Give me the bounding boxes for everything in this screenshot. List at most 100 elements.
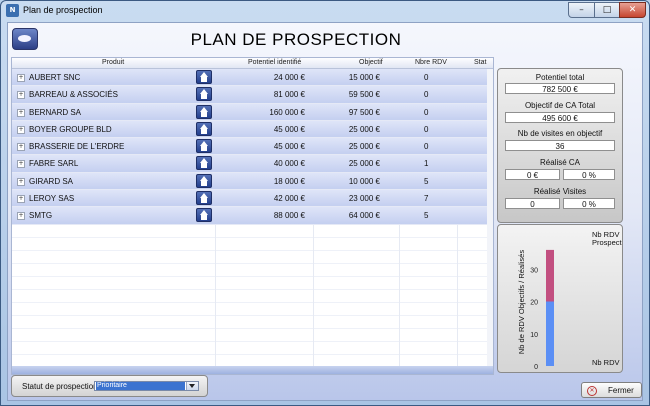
rdv-chart-panel: 0 10 20 30 Nb de RDV Objectifs / Réalisés Nb … — [497, 224, 645, 373]
expand-icon[interactable]: + — [17, 177, 25, 186]
cell-potentiel: 24 000 € — [273, 73, 305, 82]
expand-icon[interactable]: + — [17, 91, 25, 100]
y-tick-label: 20 — [530, 300, 538, 307]
expand-icon[interactable]: + — [17, 160, 25, 169]
legend-label-prospects: Prospects — [592, 238, 622, 247]
y-axis-label: Nb de RDV Objectifs / Réalisés — [517, 250, 526, 354]
cell-objectif: 25 000 € — [348, 124, 380, 134]
cell-objectif: 59 500 € — [348, 90, 380, 100]
close-icon: ✕ — [587, 386, 597, 396]
cell-nbre-rdv: 1 — [424, 159, 429, 169]
cell-potentiel: 40 000 € — [273, 159, 305, 169]
page-title: PLAN DE PROSPECTION — [190, 30, 402, 49]
column-header-objectif[interactable]: Objectif — [359, 59, 383, 66]
cell-potentiel: 88 000 € — [273, 211, 305, 221]
app-window: N Plan de prospection – □ ✕ PLAN DE PROS… — [0, 0, 650, 406]
cell-produit: BOYER GROUPE BLD — [29, 124, 112, 134]
nb-visites-value: 36 — [505, 140, 615, 151]
cell-produit: LEROY SAS — [29, 194, 75, 204]
expand-icon[interactable]: + — [17, 195, 25, 204]
home-icon[interactable] — [196, 87, 212, 102]
column-divider — [313, 225, 314, 374]
realise-visites-label: Réalisé Visites — [533, 187, 587, 196]
nb-visites-label: Nb de visites en objectif — [517, 129, 603, 138]
expand-icon[interactable]: + — [17, 125, 25, 134]
cell-objectif: 64 000 € — [348, 211, 380, 221]
potentiel-total-label: Potentiel total — [535, 73, 585, 82]
table-body: + AUBERT SNC 24 000 € 15 000 € 0 + BARREAU & A… — [12, 69, 493, 225]
table-row[interactable]: + BRASSERIE DE L'ERDRE 45 000 € 25 000 € 0 — [12, 138, 493, 156]
home-icon[interactable] — [196, 104, 212, 119]
expand-icon[interactable]: + — [17, 143, 25, 152]
cell-produit: SMTG — [29, 211, 53, 221]
table-row[interactable]: + LEROY SAS 42 000 € 23 000 € 7 — [12, 190, 493, 208]
y-tick-label: 0 — [534, 364, 538, 371]
home-icon[interactable] — [196, 139, 212, 154]
expand-icon[interactable]: + — [17, 74, 25, 82]
cell-potentiel: 18 000 € — [273, 176, 305, 186]
expand-icon[interactable]: + — [17, 108, 25, 117]
cell-objectif: 23 000 € — [348, 194, 380, 204]
table-row[interactable]: + AUBERT SNC 24 000 € 15 000 € 0 — [12, 69, 493, 87]
column-header-potentiel[interactable]: Potentiel identifié — [248, 59, 301, 66]
minimize-button[interactable]: – — [568, 2, 595, 18]
home-icon[interactable] — [196, 208, 212, 223]
prospect-table: Produit Potentiel identifié Objectif Nbr… — [11, 57, 494, 375]
y-tick-label: 30 — [530, 267, 538, 274]
table-row[interactable]: + BARREAU & ASSOCIÉS 81 000 € 59 500 € 0 — [12, 86, 493, 104]
cell-objectif: 15 000 € — [348, 73, 380, 82]
home-icon[interactable] — [196, 70, 212, 84]
cell-nbre-rdv: 0 — [424, 73, 429, 82]
cell-produit: AUBERT SNC — [29, 73, 81, 82]
table-scrollbar[interactable] — [487, 69, 493, 366]
potentiel-total-value: 782 500 € — [505, 83, 615, 94]
statut-panel: Statut de prospection Prioritaire — [11, 375, 208, 397]
expand-icon[interactable]: + — [17, 212, 25, 221]
table-row[interactable]: + GIRARD SA 18 000 € 10 000 € 5 — [12, 172, 493, 191]
cell-produit: FABRE SARL — [29, 159, 79, 169]
home-icon[interactable] — [196, 191, 212, 206]
objectif-ca-label: Objectif de CA Total — [524, 101, 596, 110]
cell-potentiel: 81 000 € — [273, 90, 305, 100]
summary-panel: Potentiel total 782 500 € Objectif de CA… — [497, 68, 623, 223]
column-header-statut[interactable]: Stat — [474, 59, 486, 66]
fermer-button[interactable]: ✕ Fermer — [581, 382, 642, 398]
cell-nbre-rdv: 0 — [424, 124, 429, 134]
column-divider — [457, 225, 458, 374]
table-row[interactable]: + FABRE SARL 40 000 € 25 000 € 1 — [12, 155, 493, 173]
cell-nbre-rdv: 5 — [424, 176, 429, 186]
cell-objectif: 25 000 € — [348, 142, 380, 152]
bar-series-prospects — [546, 249, 554, 302]
cell-objectif: 25 000 € — [348, 159, 380, 169]
column-header-nbre-rdv[interactable]: Nbre RDV — [415, 59, 447, 66]
table-row[interactable]: + BERNARD SA 160 000 € 97 500 € 0 — [12, 103, 493, 121]
home-icon[interactable] — [196, 156, 212, 171]
title-bar[interactable]: N Plan de prospection – □ ✕ — [1, 1, 649, 21]
cell-produit: GIRARD SA — [29, 176, 74, 186]
fermer-label: Fermer — [608, 386, 634, 395]
chevron-down-icon[interactable] — [186, 382, 198, 390]
table-row[interactable]: + SMTG 88 000 € 64 000 € 5 — [12, 207, 493, 225]
window-title: Plan de prospection — [23, 5, 103, 15]
close-window-button[interactable]: ✕ — [619, 2, 646, 18]
statut-selected-value[interactable]: Prioritaire — [96, 382, 185, 390]
column-header-produit[interactable]: Produit — [102, 59, 124, 66]
cell-nbre-rdv: 5 — [424, 211, 429, 221]
table-row[interactable]: + BOYER GROUPE BLD 45 000 € 25 000 € 0 — [12, 120, 493, 139]
cell-objectif: 97 500 € — [348, 107, 380, 117]
realise-visites-value: 0 — [505, 198, 560, 209]
rdv-chart: 0 10 20 30 Nb de RDV Objectifs / Réalisés Nb … — [517, 230, 645, 371]
home-icon[interactable] — [196, 173, 212, 188]
table-header: Produit Potentiel identifié Objectif Nbr… — [12, 58, 493, 69]
statut-select[interactable]: Prioritaire — [94, 381, 199, 391]
statut-label: Statut de prospection — [22, 382, 98, 391]
legend-label-clients: Nb RDV Clients — [592, 358, 622, 367]
home-icon[interactable] — [196, 121, 212, 136]
column-divider — [399, 225, 400, 374]
cell-potentiel: 42 000 € — [273, 194, 305, 204]
realise-ca-value: 0 € — [505, 169, 560, 180]
objectif-ca-value: 495 600 € — [505, 112, 615, 123]
cell-nbre-rdv: 0 — [424, 107, 429, 117]
cell-nbre-rdv: 7 — [424, 194, 429, 204]
maximize-button[interactable]: □ — [594, 2, 620, 18]
